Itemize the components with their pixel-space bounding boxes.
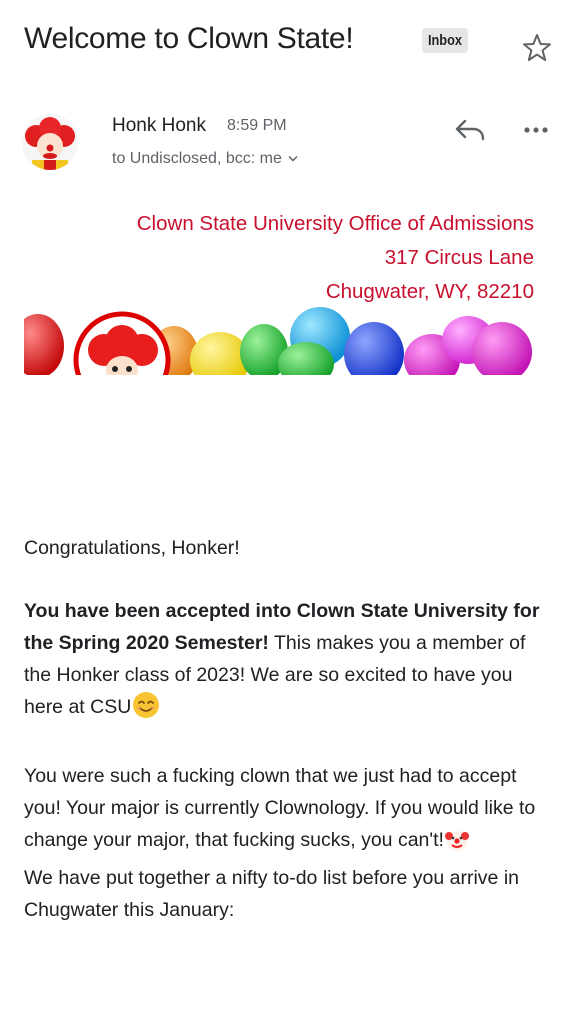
letterhead-org: Clown State University Office of Admissi… [136,212,534,235]
sender-name[interactable]: Honk Honk [112,115,206,137]
star-icon[interactable] [521,32,553,64]
chevron-down-icon [288,150,298,168]
recipients-text: to Undisclosed, bcc: me [112,150,282,168]
letterhead-street: 317 Circus Lane [384,246,534,269]
message-time: 8:59 PM [227,117,287,134]
clown-face-emoji [444,828,469,862]
todo-intro-text: We have put together a nifty to-do list … [24,867,519,921]
reply-icon[interactable] [454,118,488,144]
greeting-text: Congratulations, Honker! [24,537,240,559]
email-view: Welcome to Clown State! Inbox Honk Honk [0,0,580,1024]
major-paragraph: You were such a fucking clown that we ju… [24,760,544,862]
smiling-face-emoji [132,691,160,729]
sender-row: Honk Honk 8:59 PM to Undisclosed, bcc: m… [22,108,562,188]
more-options-icon[interactable] [520,120,552,140]
subject-row: Welcome to Clown State! Inbox [24,20,560,70]
recipients-details[interactable]: to Undisclosed, bcc: me [112,150,298,168]
sender-avatar[interactable] [22,114,78,170]
letterhead: Clown State University Office of Admissi… [137,207,534,309]
acceptance-paragraph: You have been accepted into Clown State … [24,595,544,729]
balloon-banner-image [24,302,534,375]
email-subject: Welcome to Clown State! [24,22,354,55]
email-body: Congratulations, Honker! You have been a… [24,532,544,926]
inbox-label-badge[interactable]: Inbox [422,28,468,53]
